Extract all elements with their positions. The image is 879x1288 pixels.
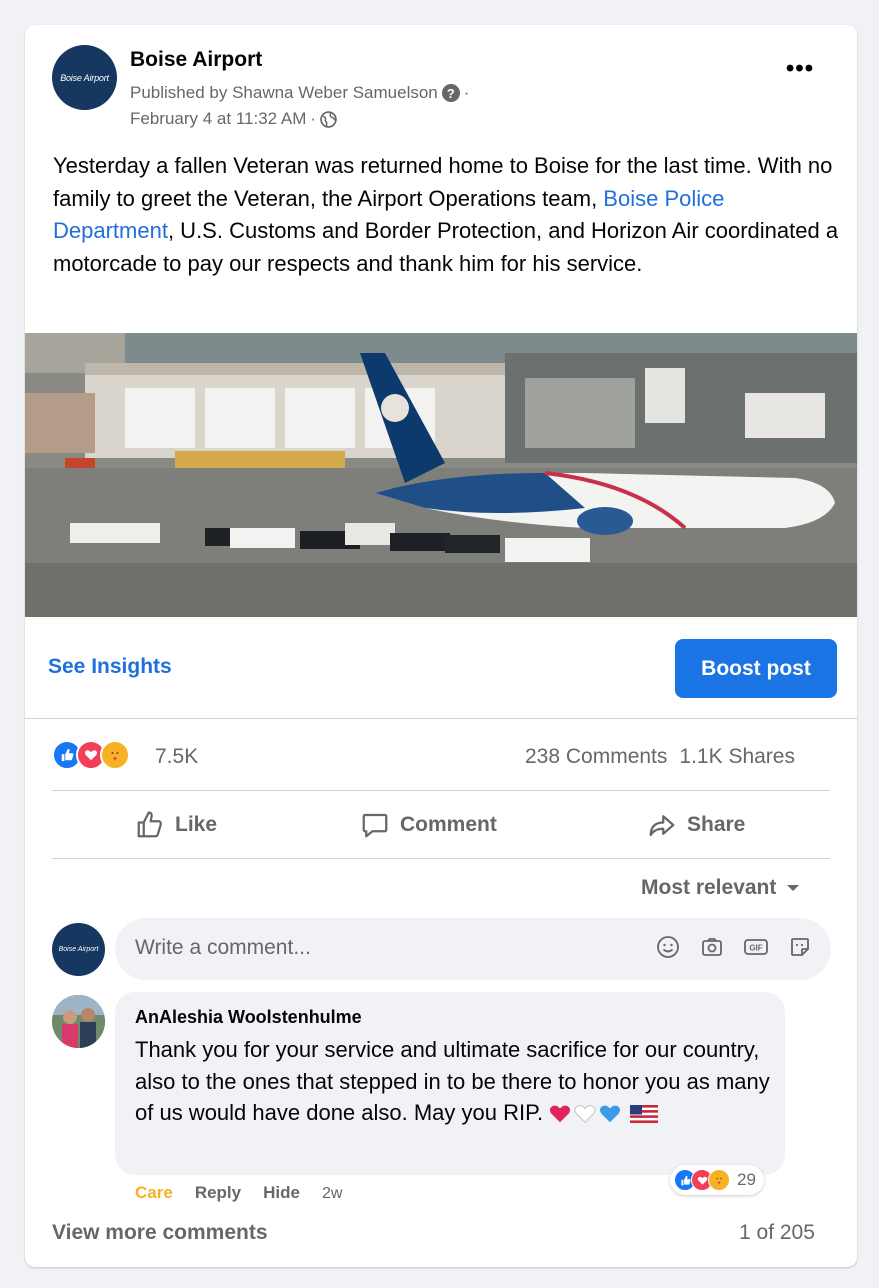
see-insights-link[interactable]: See Insights bbox=[48, 655, 172, 679]
comment-reactions[interactable]: 29 bbox=[670, 1165, 764, 1195]
comment-placeholder: Write a comment... bbox=[135, 936, 311, 959]
separator-dot: · bbox=[463, 83, 470, 102]
published-by-text[interactable]: Published by Shawna Weber Samuelson bbox=[130, 83, 438, 103]
post-text-part2: , U.S. Customs and Border Protection, an… bbox=[53, 218, 839, 276]
page-name[interactable]: Boise Airport bbox=[130, 48, 262, 72]
comment-pager: 1 of 205 bbox=[739, 1221, 815, 1244]
sticker-icon[interactable] bbox=[787, 934, 813, 960]
sort-label: Most relevant bbox=[641, 876, 777, 899]
divider bbox=[25, 718, 857, 719]
care-reaction-button[interactable]: Care bbox=[135, 1183, 173, 1203]
commenter-avatar[interactable] bbox=[52, 995, 105, 1048]
composer-avatar[interactable]: Boise Airport bbox=[52, 923, 105, 976]
comment-emojis bbox=[549, 1104, 659, 1124]
camera-icon[interactable] bbox=[699, 934, 725, 960]
share-label: Share bbox=[687, 813, 746, 836]
us-flag-icon bbox=[630, 1105, 659, 1124]
hide-button[interactable]: Hide bbox=[263, 1183, 300, 1203]
comment-reaction-count: 29 bbox=[737, 1170, 756, 1189]
blue-heart-icon bbox=[600, 1105, 621, 1123]
composer-tools: GIF bbox=[655, 934, 813, 960]
globe-icon[interactable] bbox=[320, 110, 337, 128]
comments-count[interactable]: 238 Comments bbox=[525, 745, 667, 769]
airport-photo-illustration bbox=[25, 333, 857, 617]
view-more-comments-link[interactable]: View more comments bbox=[52, 1221, 268, 1245]
share-arrow-icon bbox=[649, 815, 675, 837]
composer-avatar-logo: Boise Airport bbox=[58, 946, 99, 953]
caret-down-icon bbox=[787, 885, 800, 891]
comment-button[interactable]: Comment bbox=[360, 805, 497, 845]
white-heart-icon bbox=[574, 1105, 596, 1124]
care-reaction-icon bbox=[708, 1169, 730, 1191]
like-label: Like bbox=[175, 813, 218, 836]
more-options-button[interactable]: ••• bbox=[778, 55, 822, 91]
timestamp-line: February 4 at 11:32 AM · bbox=[130, 109, 337, 129]
comment-bubble: AnAleshia Woolstenhulme Thank you for yo… bbox=[115, 992, 785, 1175]
help-icon[interactable]: ? bbox=[441, 84, 460, 102]
published-by-line: Published by Shawna Weber Samuelson ? · bbox=[130, 83, 469, 103]
reaction-count[interactable]: 7.5K bbox=[155, 745, 198, 769]
svg-text:GIF: GIF bbox=[749, 944, 762, 953]
separator-dot: · bbox=[310, 109, 317, 128]
comment-bubble-icon bbox=[362, 813, 388, 838]
comment-label: Comment bbox=[400, 813, 497, 836]
post-timestamp[interactable]: February 4 at 11:32 AM bbox=[130, 109, 306, 129]
commenter-name[interactable]: AnAleshia Woolstenhulme bbox=[135, 1007, 362, 1028]
comment-reaction-icons bbox=[674, 1169, 730, 1191]
share-button[interactable]: Share bbox=[647, 805, 745, 845]
sort-comments-dropdown[interactable]: Most relevant bbox=[641, 876, 800, 900]
engagement-stats: 238 Comments 1.1K Shares bbox=[525, 745, 795, 769]
care-reaction-icon bbox=[100, 740, 130, 770]
comment-timestamp[interactable]: 2w bbox=[322, 1185, 342, 1203]
comment-body: Thank you for your service and ultimate … bbox=[135, 1037, 770, 1125]
shares-count[interactable]: 1.1K Shares bbox=[679, 745, 795, 769]
reply-button[interactable]: Reply bbox=[195, 1183, 241, 1203]
red-heart-icon bbox=[550, 1105, 571, 1123]
post-photo[interactable] bbox=[25, 333, 857, 617]
like-button[interactable]: Like bbox=[135, 805, 217, 845]
emoji-icon[interactable] bbox=[655, 934, 681, 960]
thumbs-up-icon bbox=[137, 811, 162, 838]
comment-text: Thank you for your service and ultimate … bbox=[135, 1034, 775, 1129]
reaction-icons[interactable] bbox=[52, 740, 130, 770]
comment-actions: Care Reply Hide 2w bbox=[135, 1183, 342, 1203]
page-avatar-logo: Boise Airport bbox=[60, 72, 109, 83]
comment-input[interactable]: Write a comment... GIF bbox=[115, 918, 831, 980]
boost-post-button[interactable]: Boost post bbox=[675, 639, 837, 698]
divider bbox=[52, 790, 830, 791]
gif-icon[interactable]: GIF bbox=[743, 934, 769, 960]
page-avatar[interactable]: Boise Airport bbox=[52, 45, 117, 110]
post-card: Boise Airport Boise Airport Published by… bbox=[25, 25, 857, 1267]
post-text: Yesterday a fallen Veteran was returned … bbox=[53, 150, 843, 280]
divider bbox=[52, 858, 830, 859]
